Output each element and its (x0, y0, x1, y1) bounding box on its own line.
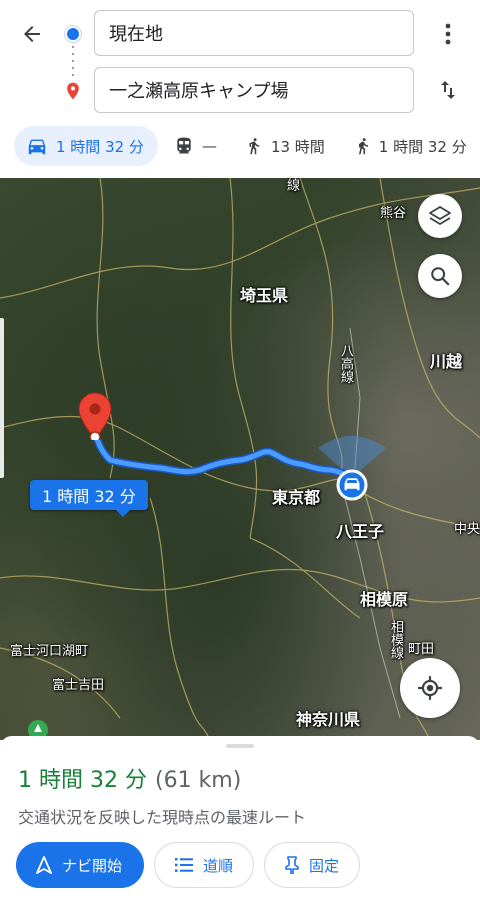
swap-vert-icon (441, 81, 455, 99)
route-duration-badge[interactable]: 1 時間 32 分 (30, 480, 148, 517)
search-along-route-button[interactable] (418, 254, 462, 298)
map-label-hachiko-line: 八高線 (338, 344, 353, 383)
tab-walk[interactable]: 13 時間 (233, 126, 337, 166)
swap-locations-button[interactable] (430, 72, 466, 108)
pin-route-label: 固定 (309, 856, 340, 875)
list-icon (175, 858, 194, 872)
route-traffic-note: 交通状況を反映した現時点の最速ルート (18, 808, 307, 827)
my-location-button[interactable] (400, 658, 460, 718)
map-label-fujiyoshida: 富士吉田 (52, 678, 105, 693)
train-icon (177, 137, 191, 154)
origin-input-value: 現在地 (109, 24, 163, 45)
origin-location-marker-icon (330, 463, 374, 507)
search-icon (431, 267, 450, 286)
tab-rideshare-label: 1 時間 32 分 (378, 137, 467, 156)
steps-label: 道順 (203, 856, 234, 875)
route-summary-sheet: 1 時間 32 分 (61 km) 交通状況を反映した現時点の最速ルート ナビ開始… (0, 736, 480, 899)
destination-input-value: 一之瀬高原キャンプ場 (109, 81, 289, 102)
route-dots-divider (72, 46, 74, 76)
side-edge-handle[interactable] (0, 318, 4, 478)
route-summary: 1 時間 32 分 (61 km) (18, 762, 241, 794)
my-location-icon (418, 676, 442, 700)
travel-mode-tabs: 1 時間 32 分 — 13 時間 1 時間 32 分 (0, 122, 480, 170)
more-options-button[interactable] (432, 16, 464, 52)
layers-button[interactable] (418, 194, 462, 238)
pin-route-button[interactable]: 固定 (264, 842, 361, 888)
sheet-drag-handle[interactable] (226, 744, 254, 748)
destination-pin-icon (63, 80, 83, 106)
map-label-machida: 町田 (408, 642, 435, 657)
origin-input[interactable]: 現在地 (94, 10, 414, 56)
directions-header: 現在地 一之瀬高原キャンプ場 1 時間 32 分 — 13 時間 1 時間 32… (0, 0, 480, 178)
car-icon (28, 139, 46, 155)
map-label-hachioji: 八王子 (336, 522, 385, 541)
walk-icon (249, 138, 260, 155)
origin-dot-icon (67, 28, 79, 40)
rideshare-icon (358, 138, 368, 155)
steps-button[interactable]: 道順 (154, 842, 255, 888)
map-label-sagamihara: 相模原 (360, 590, 409, 609)
back-button[interactable] (14, 16, 50, 52)
map-label-kumagaya: 熊谷 (380, 206, 407, 221)
route-distance: (61 km) (154, 768, 242, 793)
route-duration-badge-label: 1 時間 32 分 (42, 487, 136, 506)
map-label-sagami-line: 相模線 (388, 620, 403, 659)
map-label-chuo: 中央 (454, 522, 480, 537)
map-label-tokyo: 東京都 (272, 488, 321, 507)
tab-walk-label: 13 時間 (270, 137, 325, 156)
tab-drive[interactable]: 1 時間 32 分 (14, 126, 158, 166)
start-navigation-button[interactable]: ナビ開始 (16, 842, 145, 888)
navigation-arrow-icon (36, 856, 52, 874)
map-label-fujikawaguchiko: 富士河口湖町 (10, 644, 89, 659)
map-label-saitama: 埼玉県 (240, 286, 289, 305)
pin-icon (285, 856, 299, 874)
map-label-kawagoe: 川越 (430, 352, 463, 371)
route-actions: ナビ開始 道順 固定 (16, 842, 370, 888)
start-navigation-label: ナビ開始 (62, 856, 123, 875)
destination-input[interactable]: 一之瀬高原キャンプ場 (94, 67, 414, 113)
tab-drive-label: 1 時間 32 分 (56, 137, 144, 156)
map-label-kanagawa: 神奈川県 (296, 710, 361, 729)
tab-transit[interactable]: — (162, 126, 229, 166)
tab-rideshare[interactable]: 1 時間 32 分 (341, 126, 479, 166)
route-duration: 1 時間 32 分 (18, 768, 147, 793)
map-view[interactable]: 埼玉県 川越 熊谷 東京都 八王子 相模原 富士河口湖町 富士吉田 神奈川県 町… (0, 178, 480, 740)
layers-icon (429, 206, 451, 225)
arrow-back-icon (24, 26, 40, 42)
tab-transit-label: — (201, 137, 217, 155)
map-label-rail-line: 線 (284, 178, 299, 191)
more-vert-icon (445, 23, 451, 45)
destination-marker-icon[interactable] (78, 392, 112, 444)
